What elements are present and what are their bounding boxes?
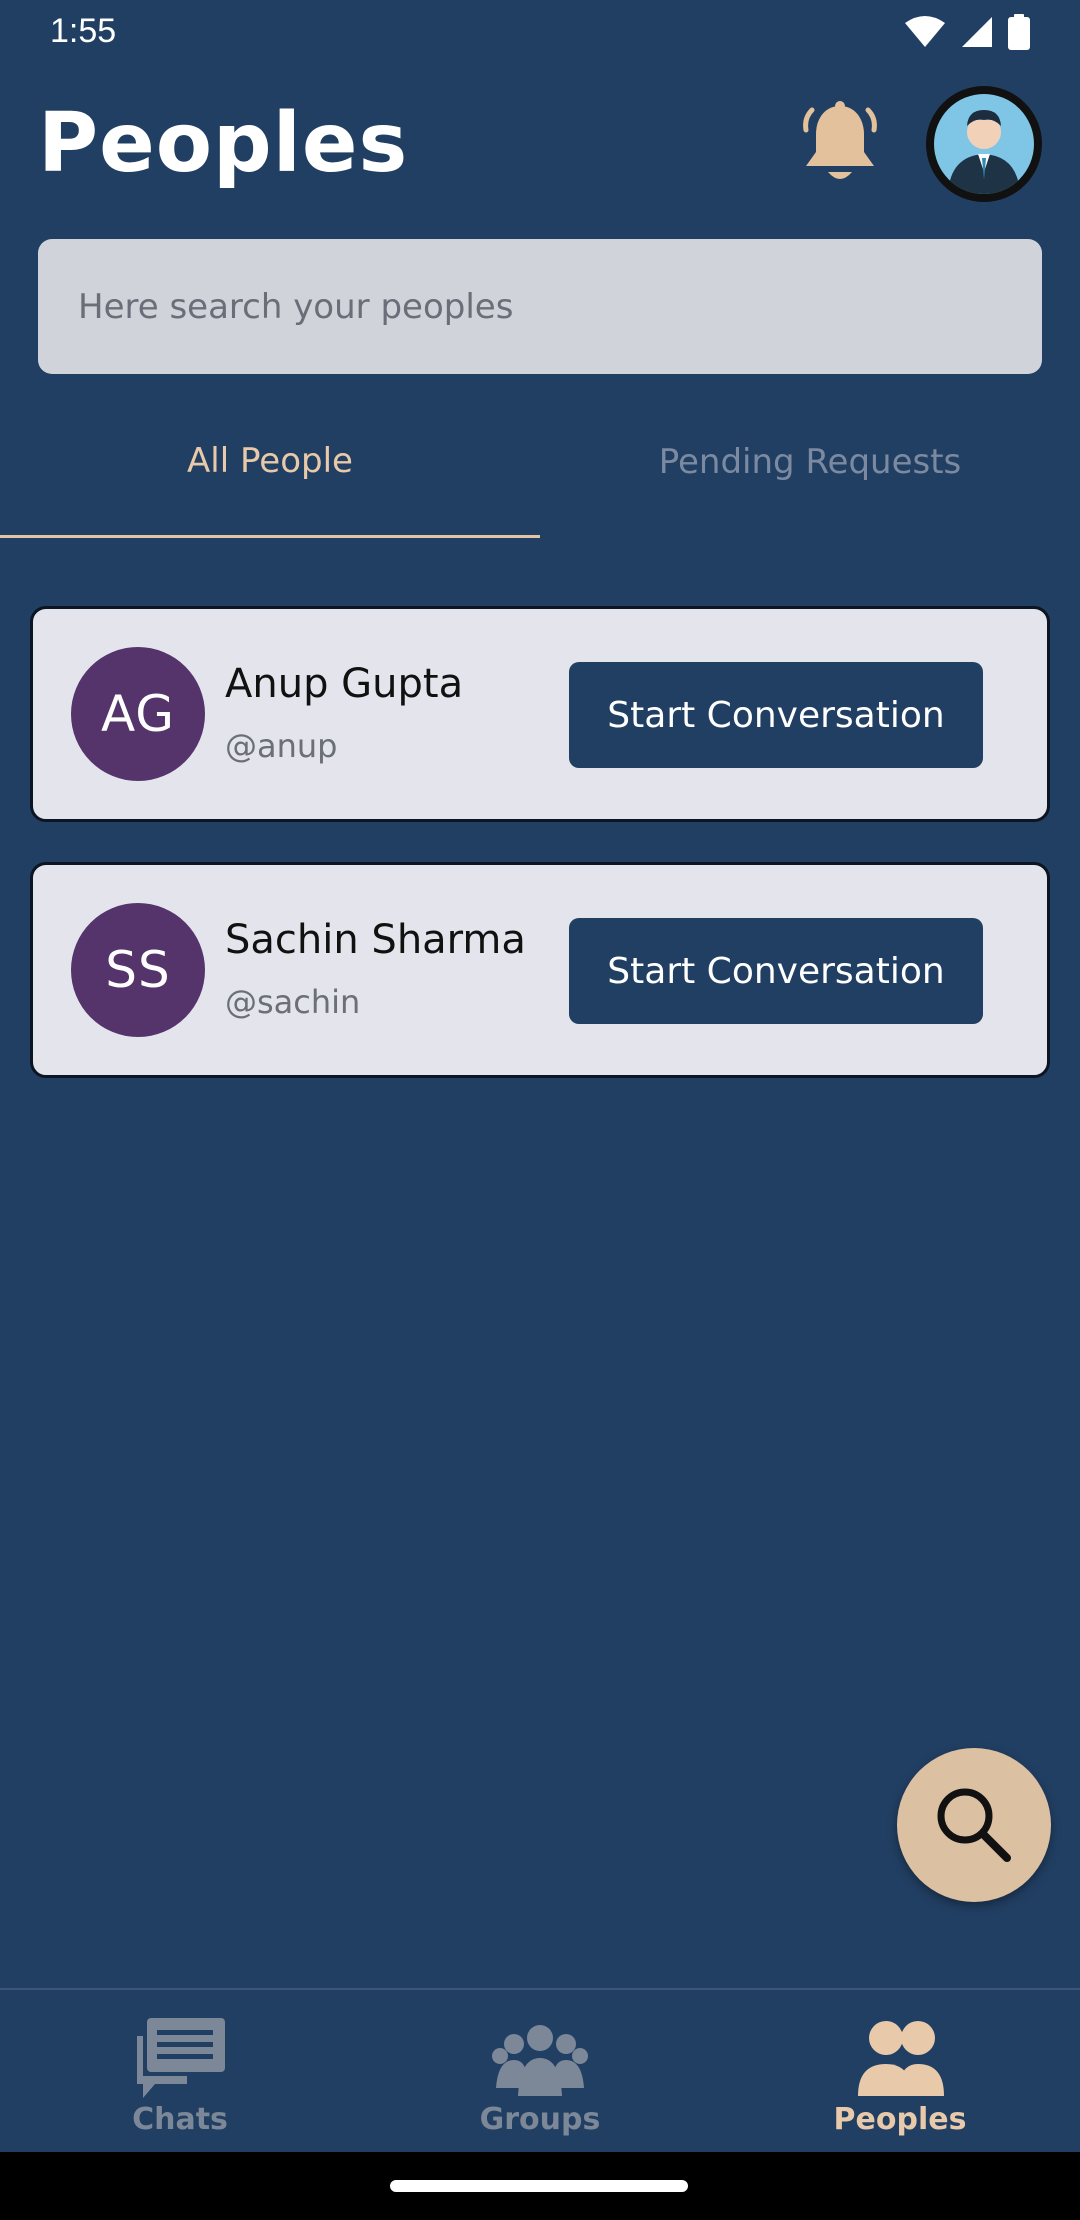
user-icon (934, 94, 1034, 194)
status-bar: 1:55 (0, 0, 1080, 66)
battery-icon (1008, 14, 1030, 50)
start-conversation-button[interactable]: Start Conversation (569, 918, 983, 1024)
notification-bell-icon[interactable] (800, 100, 880, 186)
search-input[interactable] (76, 285, 1042, 328)
person-card: AG Anup Gupta @anup Start Conversation (30, 606, 1050, 822)
chat-icon (137, 2018, 225, 2098)
tab-pending-requests[interactable]: Pending Requests (540, 410, 1080, 538)
profile-avatar[interactable] (926, 86, 1042, 202)
search-icon (937, 1788, 1011, 1862)
nav-chats[interactable]: Chats (0, 2016, 360, 2146)
nav-peoples[interactable]: Peoples (720, 2016, 1080, 2146)
tab-all-people[interactable]: All People (0, 410, 540, 538)
person-avatar: AG (71, 647, 205, 781)
nav-groups[interactable]: Groups (360, 2016, 720, 2146)
tab-bar: All People Pending Requests (0, 410, 1080, 538)
status-time: 1:55 (50, 12, 117, 50)
person-handle: @anup (225, 727, 338, 765)
person-avatar: SS (71, 903, 205, 1037)
start-conversation-button[interactable]: Start Conversation (569, 662, 983, 768)
nav-label-groups: Groups (479, 2102, 601, 2137)
search-fab-button[interactable] (897, 1748, 1051, 1902)
groups-icon (492, 2025, 588, 2096)
person-handle: @sachin (225, 983, 361, 1021)
page-title: Peoples (38, 96, 409, 191)
nav-label-chats: Chats (132, 2102, 228, 2137)
system-navigation-bar (0, 2152, 1080, 2220)
search-box[interactable] (38, 239, 1042, 374)
person-name: Sachin Sharma (225, 917, 526, 963)
status-icons (904, 14, 1030, 50)
people-icon (858, 2021, 944, 2096)
home-gesture-handle[interactable] (390, 2180, 688, 2192)
bottom-navigation: Chats Groups Peoples (0, 1988, 1080, 2152)
person-name: Anup Gupta (225, 661, 464, 707)
person-card: SS Sachin Sharma @sachin Start Conversat… (30, 862, 1050, 1078)
nav-label-peoples: Peoples (833, 2102, 967, 2137)
wifi-icon (905, 16, 945, 47)
signal-icon (962, 17, 992, 47)
